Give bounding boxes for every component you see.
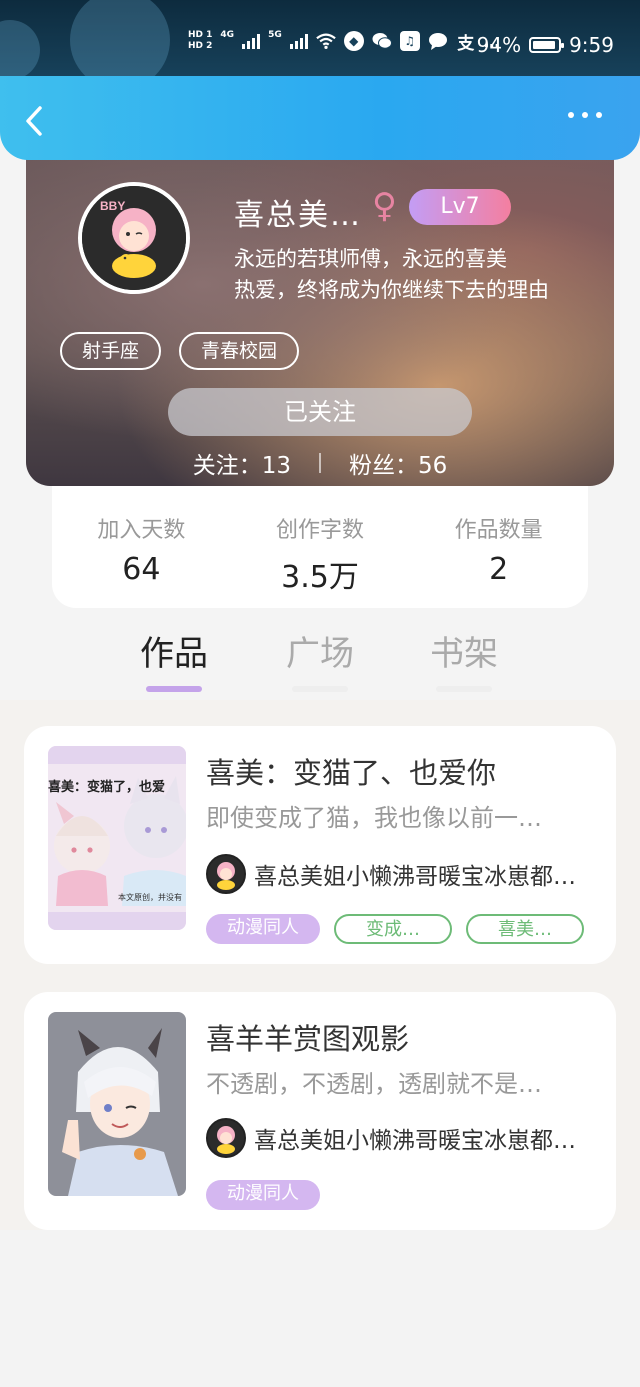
dot-icon xyxy=(568,112,574,118)
fans-label: 粉丝： xyxy=(349,453,418,479)
work-tag[interactable]: 变成… xyxy=(334,914,452,944)
bio: 永远的若琪师傅，永远的喜美 热爱，终将成为你继续下去的理由 xyxy=(234,244,549,306)
back-button[interactable] xyxy=(18,104,52,138)
tab-works[interactable]: 作品 xyxy=(114,626,234,692)
nickname: 喜总美… xyxy=(234,198,362,233)
tab-label: 书架 xyxy=(430,634,498,674)
stat-join-days: 加入天数 64 xyxy=(52,486,231,608)
cover-note: 本文原创，并没有 xyxy=(118,893,182,902)
chevron-left-icon xyxy=(26,106,42,136)
dot-icon xyxy=(596,112,602,118)
bio-line: 永远的若琪师傅，永远的喜美 xyxy=(234,247,507,271)
stat-value: 2 xyxy=(489,552,509,587)
work-description: 即使变成了猫，我也像以前一… xyxy=(206,804,542,832)
cover-caption: 喜美：变猫了，也爱 xyxy=(48,780,166,795)
work-tags: 动漫同人 xyxy=(206,1180,320,1210)
message-icon xyxy=(428,31,448,51)
tab-indicator xyxy=(436,686,492,692)
work-tag-category[interactable]: 动漫同人 xyxy=(206,914,320,944)
work-author[interactable]: 喜总美姐小懒沸哥暖宝冰崽都… xyxy=(206,854,606,894)
status-icons-right: 94% 9:59 xyxy=(477,33,614,57)
wifi-icon xyxy=(315,31,336,51)
works-list: 喜美：变猫了，也爱 本文原创，并没有 喜美：变猫了、也爱你 即使变成了猫，我也像… xyxy=(0,700,640,1230)
work-title: 喜美：变猫了、也爱你 xyxy=(206,756,497,790)
work-card[interactable]: 喜羊羊赏图观影 不透剧，不透剧，透剧就不是… 喜总美姐小懒沸哥暖宝冰崽都… 动漫… xyxy=(24,992,616,1230)
more-options-button[interactable] xyxy=(568,112,602,118)
wechat-icon xyxy=(372,31,392,51)
stat-value: 64 xyxy=(122,552,161,587)
work-tags: 动漫同人 变成… 喜美… xyxy=(206,914,584,944)
profile-header: BBY 喜总美… ♀ Lv7 永远的若琪师傅，永远的喜美 热爱，终将成为你继续下… xyxy=(26,150,614,486)
alipay-icon: 支 xyxy=(457,33,475,54)
stat-value: 3.5万 xyxy=(281,560,359,595)
svg-text:BBY: BBY xyxy=(100,199,125,213)
author-name: 喜总美姐小懒沸哥暖宝冰崽都… xyxy=(254,864,576,890)
following-label: 关注： xyxy=(192,453,262,479)
signal-icon-2 xyxy=(289,33,308,49)
work-tag[interactable]: 喜美… xyxy=(466,914,584,944)
author-name: 喜总美姐小懒沸哥暖宝冰崽都… xyxy=(254,1128,576,1154)
work-author[interactable]: 喜总美姐小懒沸哥暖宝冰崽都… xyxy=(206,1118,606,1158)
content-tabs: 作品 广场 书架 xyxy=(0,620,640,710)
fans-count: 56 xyxy=(418,453,448,479)
level-badge: Lv7 xyxy=(409,189,511,225)
work-card[interactable]: 喜美：变猫了，也爱 本文原创，并没有 喜美：变猫了、也爱你 即使变成了猫，我也像… xyxy=(24,726,616,964)
tag-genre[interactable]: 青春校园 xyxy=(179,332,300,370)
empty-area xyxy=(0,1230,640,1387)
tab-label: 作品 xyxy=(140,634,208,674)
tab-indicator xyxy=(292,686,348,692)
signal-icon-1 xyxy=(242,33,261,49)
avatar[interactable]: BBY xyxy=(78,182,190,294)
profile-tags: 射手座 青春校园 xyxy=(60,332,300,370)
dot-icon xyxy=(582,112,588,118)
following-stat[interactable]: 关注：13 xyxy=(193,446,291,480)
work-cover-image: 喜美：变猫了，也爱 本文原创，并没有 xyxy=(48,746,186,930)
divider xyxy=(319,453,321,473)
battery-percent: 94% xyxy=(476,33,522,57)
author-avatar xyxy=(206,854,246,894)
clock: 9:59 xyxy=(569,33,614,57)
stat-label: 创作字数 xyxy=(276,518,365,543)
bio-line: 热爱，终将成为你继续下去的理由 xyxy=(234,278,549,302)
stat-label: 作品数量 xyxy=(454,518,543,543)
female-gender-icon: ♀ xyxy=(372,186,397,226)
tab-square[interactable]: 广场 xyxy=(260,626,380,692)
author-avatar xyxy=(206,1118,246,1158)
work-cover-image xyxy=(48,1012,186,1196)
tag-zodiac[interactable]: 射手座 xyxy=(60,332,162,370)
status-icons-left: HD 1 HD 2 4G 5G ◆ ♫ 支 … xyxy=(188,30,500,54)
tab-label: 广场 xyxy=(286,634,354,674)
status-bar: HD 1 HD 2 4G 5G ◆ ♫ 支 … 94% 9:59 xyxy=(0,0,640,90)
tab-indicator xyxy=(146,686,202,692)
follow-stats: 关注：13 粉丝：56 xyxy=(26,446,614,480)
stat-works-count: 作品数量 2 xyxy=(409,486,588,608)
creator-stats: 加入天数 64 创作字数 3.5万 作品数量 2 xyxy=(52,486,588,608)
work-description: 不透剧，不透剧，透剧就不是… xyxy=(206,1070,542,1098)
work-title: 喜羊羊赏图观影 xyxy=(206,1022,410,1056)
fans-stat[interactable]: 粉丝：56 xyxy=(349,446,447,480)
hd-indicator: HD 1 HD 2 xyxy=(188,30,213,51)
battery-icon xyxy=(529,37,565,53)
network-5g-label: 5G xyxy=(268,30,282,40)
followed-button[interactable]: 已关注 xyxy=(168,388,472,436)
network-4g-label: 4G xyxy=(220,30,235,40)
music-icon: ♫ xyxy=(399,31,420,51)
stat-word-count: 创作字数 3.5万 xyxy=(231,486,410,608)
stat-label: 加入天数 xyxy=(97,518,186,543)
nav-bar xyxy=(0,76,640,160)
work-tag-category[interactable]: 动漫同人 xyxy=(206,1180,320,1210)
following-count: 13 xyxy=(261,453,291,479)
app-notification-icon: ◆ xyxy=(343,31,364,51)
tab-bookshelf[interactable]: 书架 xyxy=(404,626,524,692)
